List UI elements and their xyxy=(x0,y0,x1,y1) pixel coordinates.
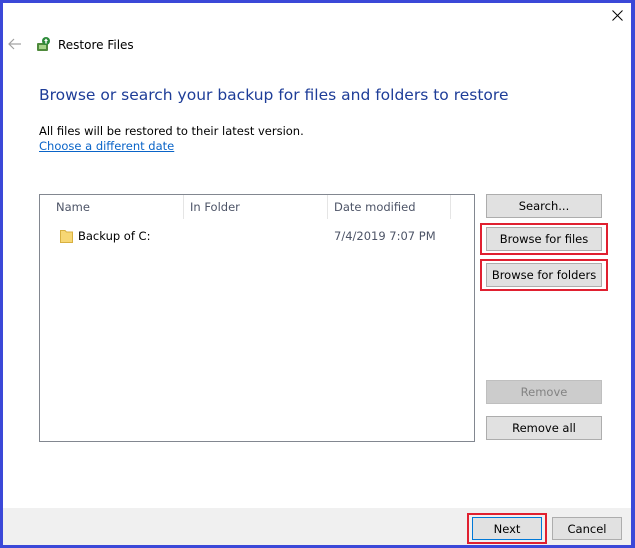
column-header-in-folder[interactable]: In Folder xyxy=(184,195,240,219)
back-arrow-icon[interactable] xyxy=(8,37,22,51)
cancel-button[interactable]: Cancel xyxy=(552,517,622,540)
restore-files-window: Restore Files Browse or search your back… xyxy=(3,3,631,545)
footer-bar: Next Cancel xyxy=(3,508,631,545)
column-header-date-modified[interactable]: Date modified xyxy=(328,195,416,219)
browse-for-files-button[interactable]: Browse for files xyxy=(486,227,602,251)
close-button[interactable] xyxy=(603,3,631,27)
page-heading: Browse or search your backup for files a… xyxy=(39,86,509,104)
item-date-modified: 7/4/2019 7:07 PM xyxy=(334,229,436,243)
close-icon xyxy=(611,9,623,21)
item-name: Backup of C: xyxy=(78,229,151,243)
column-header-name[interactable]: Name xyxy=(50,195,90,219)
restore-files-icon xyxy=(37,37,50,51)
list-item[interactable]: Backup of C: 7/4/2019 7:07 PM xyxy=(40,225,474,247)
remove-all-button[interactable]: Remove all xyxy=(486,416,602,440)
folder-icon xyxy=(60,230,73,243)
window-title: Restore Files xyxy=(58,38,134,52)
file-list[interactable]: Name In Folder Date modified Backup of C… xyxy=(39,194,475,442)
next-button[interactable]: Next xyxy=(472,517,542,540)
remove-button[interactable]: Remove xyxy=(486,380,602,404)
choose-different-date-link[interactable]: Choose a different date xyxy=(39,139,174,153)
browse-for-folders-button[interactable]: Browse for folders xyxy=(486,263,602,287)
info-text: All files will be restored to their late… xyxy=(39,124,304,138)
search-button[interactable]: Search... xyxy=(486,194,602,218)
column-separator[interactable] xyxy=(450,195,451,219)
